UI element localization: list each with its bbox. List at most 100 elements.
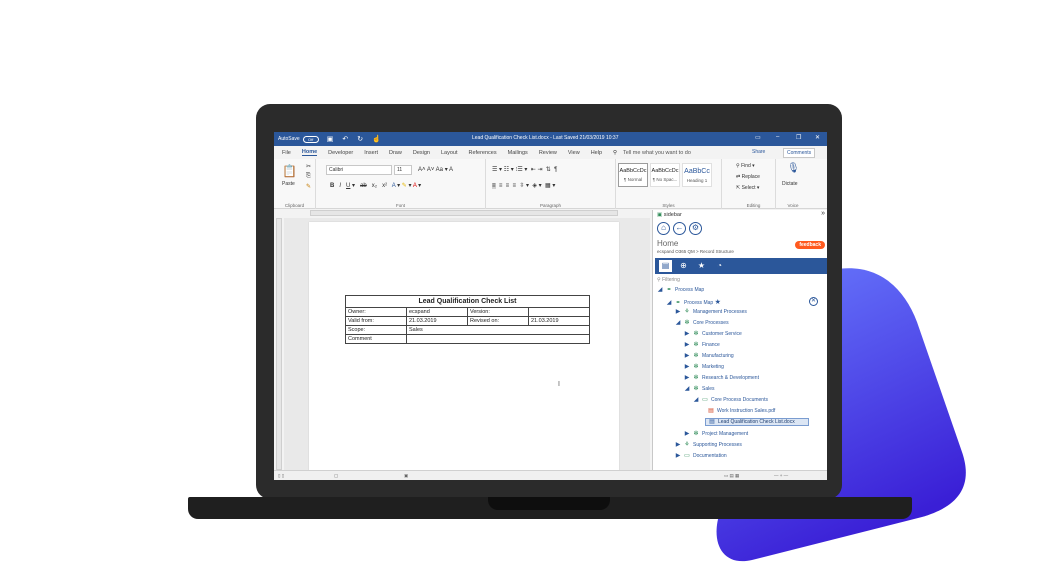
page-count-indicator[interactable]: ▯ ▯ [278,473,284,479]
tree-item[interactable]: ▶ ✻ Project Management [684,431,748,437]
minimize-icon[interactable]: – [776,134,779,140]
menu-review[interactable]: Review [539,150,557,156]
font-name-select[interactable]: Calibri [326,165,392,175]
expander-icon[interactable]: ◢ [657,287,663,293]
format-painter-icon[interactable]: ✎ [306,183,311,190]
restore-icon[interactable]: ❐ [796,134,801,141]
select-button[interactable]: ⇱ Select ▾ [736,185,759,191]
find-button[interactable]: ⚲ Find ▾ [736,163,755,169]
paste-button[interactable]: Paste [282,181,295,187]
back-icon[interactable]: ← [673,222,686,235]
microphone-icon[interactable]: 🎙 [787,163,800,174]
expander-icon[interactable]: ▶ [675,309,681,315]
tree-item[interactable]: ▤ Work Instruction Sales.pdf [708,408,775,414]
tree-item[interactable]: ▶ ▭ Documentation [675,453,727,459]
replace-button[interactable]: ⇄ Replace [736,174,760,180]
table-cell[interactable]: Sales [406,325,590,335]
tree-item-selected[interactable]: ▤ Lead Qualification Check List.docx [705,418,809,426]
menu-insert[interactable]: Insert [364,150,378,156]
tab-favorites-icon[interactable]: ★ [695,260,708,272]
tree-item[interactable]: ◢ ▭ Core Process Documents [693,397,768,403]
table-cell[interactable]: Valid from: [345,316,407,326]
tell-me-box[interactable]: Tell me what you want to do [623,150,691,156]
save-icon[interactable]: ▣ [327,135,334,143]
style-no-spacing[interactable]: AaBbCcDc ¶ No Spac... [650,163,680,187]
table-cell[interactable]: Owner: [345,307,407,317]
close-circle-icon[interactable]: ✕ [809,297,818,306]
expander-icon[interactable]: ◢ [684,386,690,392]
menu-design[interactable]: Design [413,150,430,156]
menu-draw[interactable]: Draw [389,150,402,156]
table-title[interactable]: Lead Qualification Check List [345,295,590,308]
menu-view[interactable]: View [568,150,580,156]
table-cell[interactable]: 21.03.2019 [406,316,468,326]
tree-item[interactable]: ▶ ✻ Finance [684,342,720,348]
tree-item[interactable]: ◢ ✻ Sales [684,386,715,392]
vertical-ruler[interactable] [276,218,282,470]
menu-layout[interactable]: Layout [441,150,458,156]
table-cell[interactable]: Comment [345,334,407,344]
tree-item[interactable]: ◢ ⚭ Process Map ★ [666,298,721,306]
menu-mailings[interactable]: Mailings [508,150,528,156]
tree-item[interactable]: ◢ ✻ Core Processes [675,320,729,326]
expander-icon[interactable]: ▶ [675,453,681,459]
filter-input[interactable]: ⚲ Filtering [657,277,680,283]
tab-structure-icon[interactable]: ▤ [659,260,672,272]
expander-icon[interactable]: ▶ [684,342,690,348]
proofing-icon[interactable]: ▢ [334,473,338,479]
expander-icon[interactable]: ◢ [675,320,681,326]
list-icons[interactable]: ☰ ▾ ☷ ▾ ⁝☰ ▾ ⇤ ⇥ ⇅ ¶ [492,166,557,173]
table-cell[interactable]: Scope: [345,325,407,335]
view-buttons[interactable]: ▭ ▤ ▦ [724,473,739,479]
redo-icon[interactable]: ↻ [357,135,363,143]
table-cell[interactable]: Version: [467,307,529,317]
share-button[interactable]: Share [752,149,765,155]
document-page[interactable]: Lead Qualification Check List Owner: ecs… [309,222,619,472]
align-icons[interactable]: ≡ ≡ ≡ ≡ ⇳ ▾ ◈ ▾ ▦ ▾ [492,182,555,189]
table-cell[interactable] [406,334,590,344]
tree-item[interactable]: ▶ ⚘ Management Processes [675,309,747,315]
tree-item[interactable]: ◢ ⚭ Process Map [657,287,705,293]
table-cell[interactable]: 21.03.2019 [528,316,590,326]
breadcrumb[interactable]: ecspand O365 QM > Record Structure [657,249,734,254]
font-size-select[interactable]: 11 [394,165,412,175]
menu-file[interactable]: File [282,150,291,156]
cut-icon[interactable]: ✂ [306,163,311,170]
collapse-chevron-icon[interactable]: » [821,210,825,217]
expander-icon[interactable]: ◢ [666,300,672,306]
table-cell[interactable] [528,307,590,317]
zoom-slider[interactable]: — + — [774,473,788,478]
undo-icon[interactable]: ↶ [342,135,348,143]
menu-help[interactable]: Help [591,150,602,156]
style-normal[interactable]: AaBbCcDc ¶ Normal [618,163,648,187]
tab-search-icon[interactable]: ⊕ [677,260,690,272]
autosave-toggle[interactable]: Off [302,135,319,143]
favorite-star-icon[interactable]: ★ [715,299,721,306]
expander-icon[interactable]: ▶ [684,353,690,359]
tree-item[interactable]: ▶ ⚘ Supporting Processes [675,442,742,448]
table-cell[interactable]: Revised on: [467,316,529,326]
paste-icon[interactable]: 📋 [282,164,297,178]
font-size-grow-shrink-icons[interactable]: A˄ A˅ Aa ▾ A [418,166,453,173]
tree-item[interactable]: ▶ ✻ Customer Service [684,331,742,337]
tab-recent-icon[interactable]: ◔ [713,260,726,272]
tree-item[interactable]: ▶ ✻ Research & Development [684,375,759,381]
feedback-button[interactable]: feedback [795,241,825,249]
menu-references[interactable]: References [468,150,496,156]
comments-button[interactable]: Comments [783,148,816,158]
format-icons[interactable]: B I U ▾ ab x₂ x² A ▾ ✎ ▾ A ▾ [330,182,421,189]
macro-icon[interactable]: ▣ [404,473,408,479]
home-icon[interactable]: ⌂ [657,222,670,235]
touch-mode-icon[interactable]: ☝ [372,135,381,143]
table-cell[interactable]: ecspand [406,307,468,317]
expander-icon[interactable]: ▶ [684,331,690,337]
copy-icon[interactable]: ⎘ [306,173,311,180]
horizontal-ruler[interactable] [310,210,618,216]
tree-item[interactable]: ▶ ✻ Marketing [684,364,724,370]
menu-developer[interactable]: Developer [328,150,353,156]
close-icon[interactable]: ✕ [815,134,820,141]
expander-icon[interactable]: ▶ [684,364,690,370]
ribbon-display-icon[interactable]: ▭ [755,134,761,141]
tree-item[interactable]: ▶ ✻ Manufacturing [684,353,734,359]
expander-icon[interactable]: ◢ [693,397,699,403]
